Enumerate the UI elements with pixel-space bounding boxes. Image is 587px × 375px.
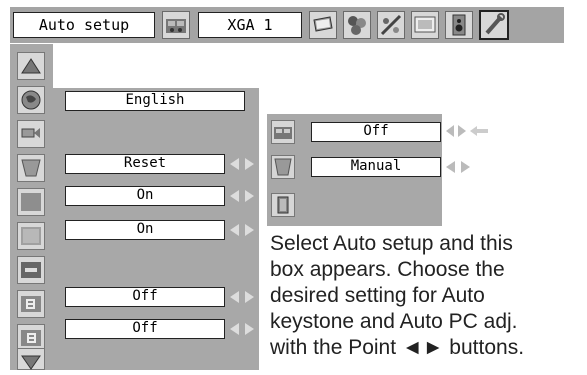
auto-keystone-arrows-icon[interactable] (444, 159, 472, 175)
trapezoid-icon[interactable] (17, 154, 45, 182)
exit-door-icon[interactable] (271, 193, 295, 217)
display-value[interactable]: On (65, 220, 225, 240)
language-globe-icon[interactable] (17, 86, 45, 114)
top-menu-bar: Auto setup XGA 1 (10, 7, 564, 43)
rear-arrows-icon[interactable] (228, 321, 256, 337)
auto-setup-popup: Off Manual (267, 114, 442, 226)
caption-line-2: box appears. Choose the (270, 258, 505, 281)
keystone-icon[interactable] (17, 120, 45, 148)
scroll-down-icon[interactable] (17, 348, 45, 370)
logo-icon[interactable] (17, 256, 45, 284)
auto-pc-adj-icon (271, 120, 295, 144)
tools-wrench-icon[interactable] (479, 10, 509, 40)
keystone-value[interactable]: Reset (65, 154, 225, 174)
menu-title-label: Auto setup (13, 12, 155, 38)
screen-image-icon[interactable] (411, 11, 439, 39)
instruction-caption: Select Auto setup and this box appears. … (270, 231, 580, 361)
left-menu-column (10, 44, 53, 370)
auto-keystone-value[interactable]: Manual (311, 157, 441, 177)
auto-keystone-icon (271, 155, 295, 179)
blank-gray-icon[interactable] (17, 188, 45, 216)
ceiling-arrows-icon[interactable] (228, 289, 256, 305)
blue-back-value[interactable]: On (65, 186, 225, 206)
ceiling-icon[interactable] (17, 290, 45, 318)
caption-line-3: desired setting for Auto (270, 284, 485, 307)
auto-pc-adj-value[interactable]: Off (311, 122, 441, 142)
auto-pc-adj-arrows-icon[interactable] (444, 123, 489, 139)
language-value[interactable]: English (65, 91, 245, 111)
monitor-icon[interactable] (309, 11, 337, 39)
color-slider-icon[interactable] (377, 11, 405, 39)
caption-line-4: keystone and Auto PC adj. (270, 310, 518, 333)
blue-back-arrows-icon[interactable] (228, 188, 256, 204)
input-source-label: XGA 1 (198, 12, 302, 38)
caption-line-5: with the Point ◄► buttons. (270, 336, 525, 359)
color-balls-icon[interactable] (343, 11, 371, 39)
computer-adjust-icon[interactable] (162, 11, 190, 39)
display-arrows-icon[interactable] (228, 222, 256, 238)
keystone-arrows-icon[interactable] (228, 156, 256, 172)
caption-line-1: Select Auto setup and this (270, 232, 513, 255)
scroll-up-icon[interactable] (17, 52, 45, 80)
speaker-icon[interactable] (445, 11, 473, 39)
rear-value[interactable]: Off (65, 319, 225, 339)
background-blue-icon[interactable] (17, 222, 45, 250)
ceiling-value[interactable]: Off (65, 287, 225, 307)
